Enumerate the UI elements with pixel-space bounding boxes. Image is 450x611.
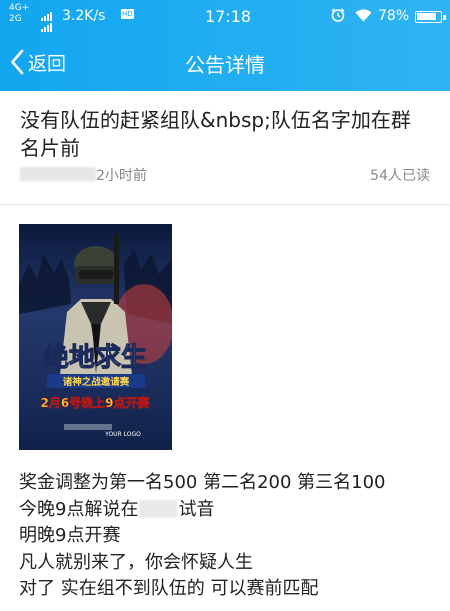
body-line-2-start: 今晚9点解说在 bbox=[19, 498, 139, 520]
title-bar: 返回 公告详情 bbox=[0, 33, 450, 91]
network-bottom: 2G bbox=[9, 14, 22, 24]
redacted-text bbox=[139, 499, 178, 518]
notice-body: 奖金调整为第一名500 第二名200 第三名100 今晚9点解说在 试音 明晚9点… bbox=[19, 470, 439, 603]
body-line-2: 今晚9点解说在 试音 bbox=[19, 497, 439, 524]
body-line-1: 奖金调整为第一名500 第二名200 第三名100 bbox=[19, 472, 386, 493]
network-top: 4G+ bbox=[9, 3, 30, 13]
network-speed: 3.2K/s bbox=[62, 8, 106, 24]
divider bbox=[0, 204, 450, 205]
poster-image[interactable]: 绝地求生 诸神之战邀请赛 2月6号晚上9点开赛 YOUR LOGO bbox=[19, 224, 172, 450]
top-bar: 4G+ 2G 3.2K/s HD 17:18 78% 返回 公告详情 bbox=[0, 0, 450, 91]
notice-header: 没有队伍的赶紧组队&nbsp;队伍名字加在群名片前 2小时前 54人已读 bbox=[0, 91, 450, 196]
notice-title: 没有队伍的赶紧组队&nbsp;队伍名字加在群名片前 bbox=[20, 108, 411, 160]
body-line-4: 凡人就别来了，你会怀疑人生 bbox=[19, 551, 253, 573]
page-title: 公告详情 bbox=[185, 53, 265, 77]
body-line-3: 明晚9点开赛 bbox=[19, 525, 121, 546]
poster-logo-text: YOUR LOGO bbox=[104, 431, 141, 438]
body-line-2-end: 试音 bbox=[178, 498, 215, 520]
wifi-icon bbox=[355, 9, 372, 22]
battery-icon bbox=[415, 11, 446, 23]
alarm-icon bbox=[331, 8, 345, 22]
poster-title: 绝地求生 bbox=[43, 342, 147, 372]
poster-artwork: 绝地求生 诸神之战邀请赛 2月6号晚上9点开赛 YOUR LOGO bbox=[19, 234, 172, 438]
poster-date-line: 2月6号晚上9点开赛 bbox=[40, 395, 150, 410]
post-time: 2小时前 bbox=[96, 168, 147, 184]
poster-subtitle: 诸神之战邀请赛 bbox=[63, 376, 130, 388]
author-name-redacted bbox=[20, 167, 96, 181]
notice-meta: 2小时前 54人已读 bbox=[20, 164, 430, 184]
status-bar: 4G+ 2G 3.2K/s HD 17:18 78% bbox=[0, 0, 450, 33]
network-type: 4G+ 2G bbox=[9, 3, 37, 25]
read-count[interactable]: 54人已读 bbox=[370, 165, 430, 185]
hd-badge-icon: HD bbox=[121, 9, 134, 19]
signal-icon-secondary bbox=[41, 16, 53, 32]
clock: 17:18 bbox=[205, 7, 252, 26]
body-line-5: 对了 实在组不到队伍的 可以赛前匹配 bbox=[19, 578, 319, 599]
battery-percent: 78% bbox=[378, 8, 410, 24]
